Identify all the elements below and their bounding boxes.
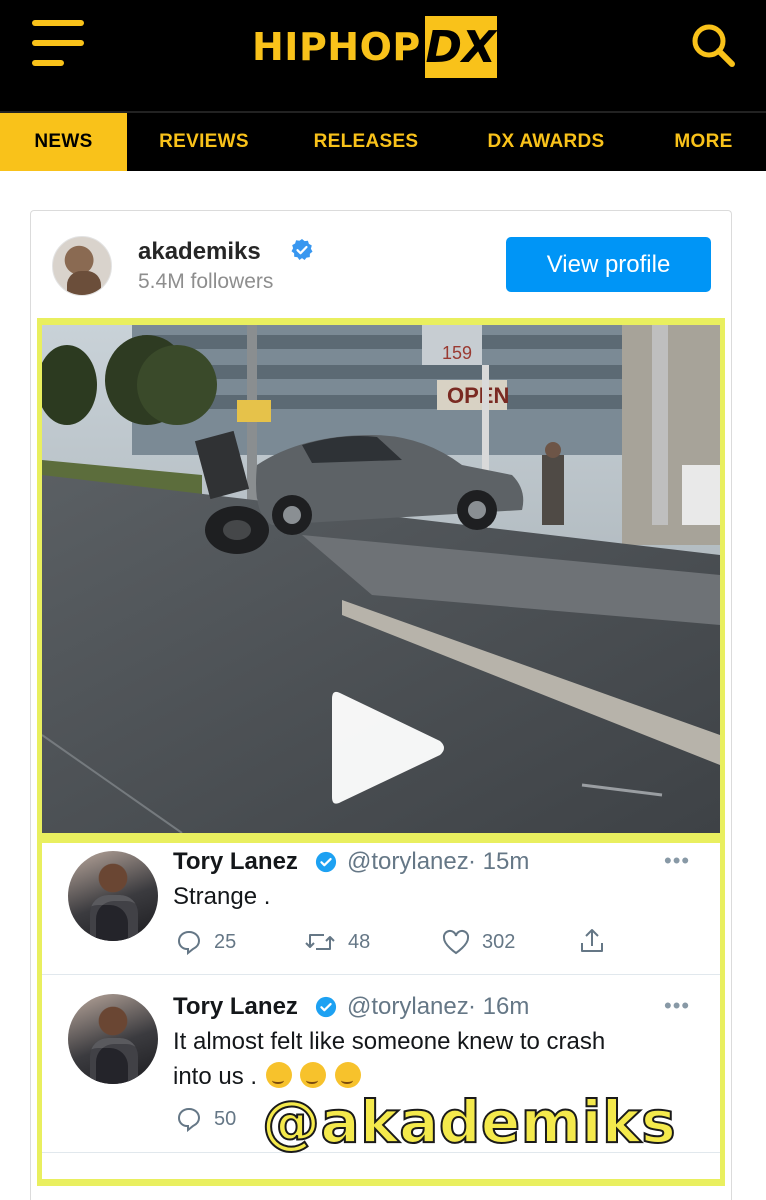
- reply-count: 50: [214, 1107, 237, 1130]
- price-sign: 159: [442, 343, 472, 363]
- nav-item-news[interactable]: NEWS: [0, 113, 127, 171]
- reply-count: 25: [214, 930, 237, 953]
- tweet-avatar[interactable]: [68, 851, 158, 941]
- account-name[interactable]: akademiks: [138, 238, 261, 266]
- nav-item-dx-awards[interactable]: DX AWARDS: [451, 113, 641, 171]
- thinking-face-emoji-icon: [265, 1062, 292, 1088]
- tweet-text-line-1: It almost felt like someone knew to cras…: [173, 1028, 606, 1055]
- follower-count: 5.4M followers: [138, 270, 274, 293]
- retweet-count: 48: [348, 930, 371, 953]
- site-header: HIPHOP DX: [0, 0, 766, 113]
- search-icon[interactable]: [690, 22, 736, 68]
- verified-badge-icon: [315, 996, 337, 1018]
- thinking-face-emoji-icon: [300, 1062, 327, 1088]
- tweet-text-line-2-text: into us .: [173, 1063, 258, 1090]
- tweet-author-name[interactable]: Tory Lanez: [173, 848, 298, 876]
- hamburger-menu-icon[interactable]: [32, 20, 84, 66]
- tweet-time: · 16m: [468, 993, 530, 1020]
- tweet-handle[interactable]: @torylanez: [347, 848, 469, 876]
- tweet-avatar[interactable]: [68, 994, 158, 1084]
- open-sign: OPEN: [447, 383, 509, 408]
- tweet-divider: [42, 974, 720, 975]
- nav-item-reviews[interactable]: REVIEWS: [127, 113, 281, 171]
- thinking-face-emoji-icon: [335, 1062, 362, 1088]
- like-count: 302: [482, 930, 516, 953]
- tweet-author-name[interactable]: Tory Lanez: [173, 993, 298, 1021]
- share-button[interactable]: [578, 927, 618, 955]
- play-icon[interactable]: [328, 685, 450, 811]
- nav-item-more[interactable]: MORE: [641, 113, 766, 171]
- heart-icon: [442, 929, 470, 955]
- logo-text: HIPHOP: [252, 25, 421, 69]
- verified-badge-icon: [315, 851, 337, 873]
- view-profile-button[interactable]: View profile: [506, 237, 711, 292]
- more-options-icon[interactable]: •••: [664, 993, 690, 1019]
- retweet-icon: [305, 934, 335, 950]
- main-nav: NEWS REVIEWS RELEASES DX AWARDS MORE: [0, 113, 766, 171]
- share-icon: [581, 929, 603, 952]
- tweet-time: · 15m: [468, 848, 530, 875]
- retweet-button[interactable]: 48: [304, 929, 370, 955]
- reply-button[interactable]: 25: [176, 929, 236, 955]
- avatar[interactable]: [52, 236, 112, 296]
- tweet-handle[interactable]: @torylanez: [347, 993, 469, 1021]
- nav-item-releases[interactable]: RELEASES: [281, 113, 451, 171]
- more-options-icon[interactable]: •••: [664, 848, 690, 874]
- logo-mark: DX: [424, 16, 497, 78]
- like-button[interactable]: 302: [442, 929, 515, 955]
- reply-icon: [177, 930, 201, 955]
- site-logo[interactable]: HIPHOP DX: [252, 16, 497, 78]
- tweet-text: Strange .: [173, 883, 271, 910]
- reply-button[interactable]: 50: [176, 1106, 236, 1132]
- reply-icon: [177, 1107, 201, 1132]
- account-watermark: @akademiks: [261, 1087, 677, 1157]
- verified-badge-icon: [291, 239, 313, 260]
